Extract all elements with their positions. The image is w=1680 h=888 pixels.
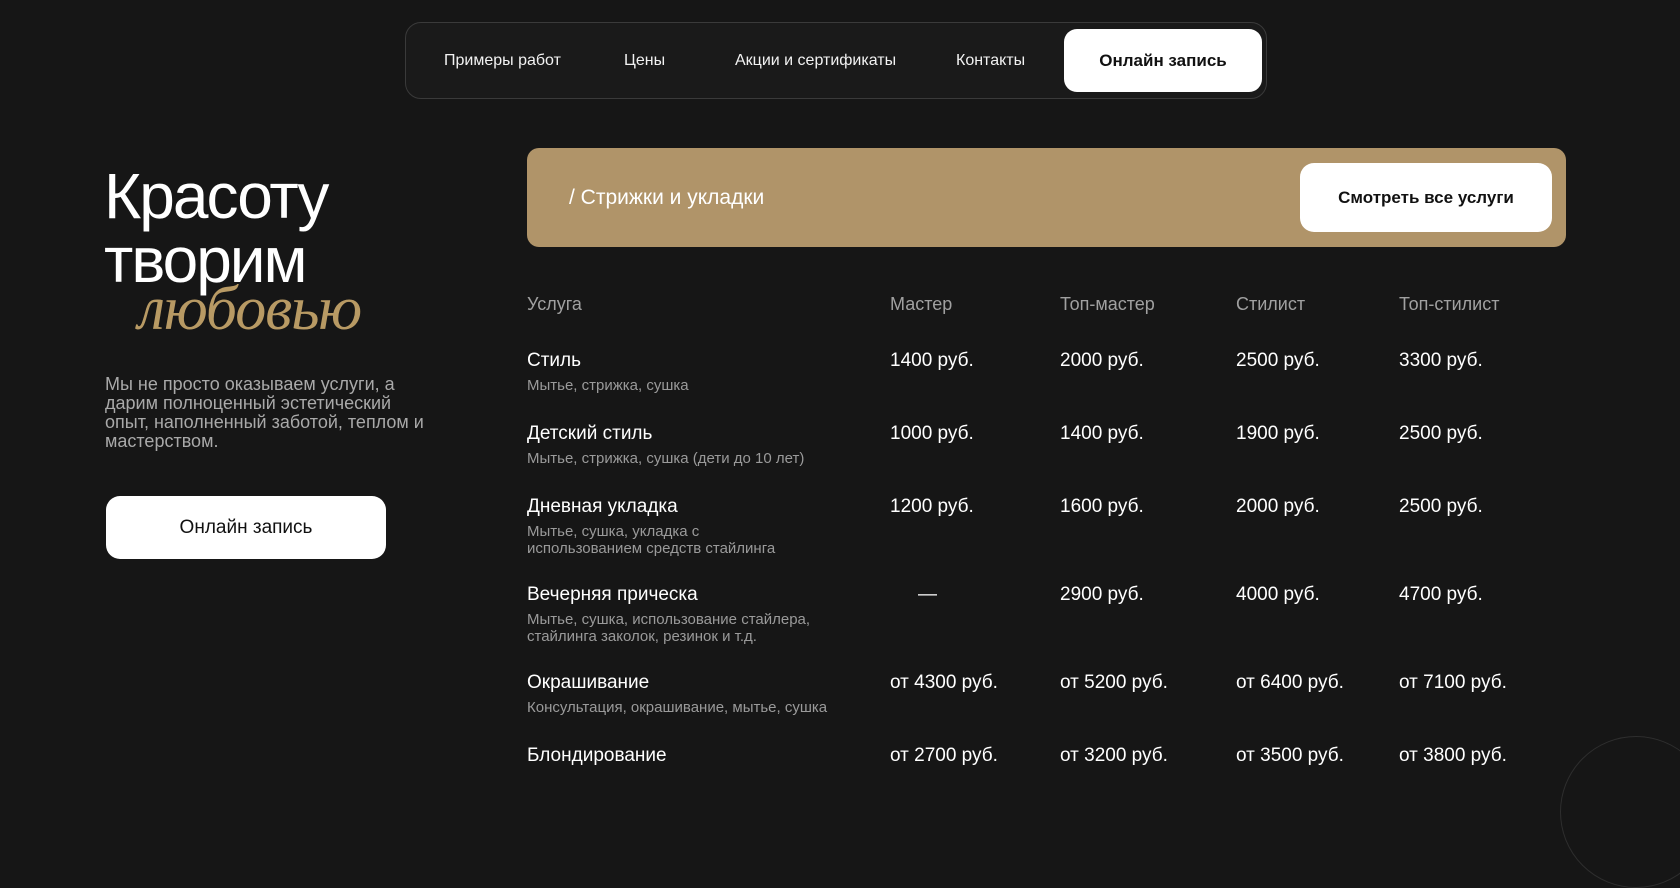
price-stylist: 1900 руб.: [1236, 423, 1320, 444]
price-master: от 4300 руб.: [890, 672, 998, 693]
service-description: Мытье, стрижка, сушка (дети до 10 лет): [527, 450, 805, 467]
decorative-circle: [1560, 736, 1680, 888]
price-top-stylist: от 7100 руб.: [1399, 672, 1507, 693]
hero-description: Мы не просто оказываем услуги, а дарим п…: [105, 374, 424, 451]
service-description: Мытье, сушка, укладка с использованием с…: [527, 523, 776, 557]
service-name: Дневная укладка: [527, 496, 678, 517]
price-top-master: 1600 руб.: [1060, 496, 1144, 517]
price-top-stylist: 2500 руб.: [1399, 423, 1483, 444]
nav-online-booking-button[interactable]: Онлайн запись: [1064, 29, 1262, 92]
hero-title-accent: любовью: [138, 275, 362, 343]
service-description: Мытье, сушка, использование стайлера, ст…: [527, 611, 811, 645]
price-master: от 2700 руб.: [890, 745, 998, 766]
service-name: Окрашивание: [527, 672, 650, 693]
category-banner: / Стрижки и укладки Смотреть все услуги: [527, 148, 1566, 247]
column-header-master: Мастер: [890, 294, 953, 314]
service-description: Консультация, окрашивание, мытье, сушка: [527, 699, 828, 716]
price-master: —: [918, 584, 937, 605]
price-top-master: 1400 руб.: [1060, 423, 1144, 444]
nav-item-contacts[interactable]: Контакты: [956, 23, 1025, 98]
column-header-service: Услуга: [527, 294, 582, 314]
price-top-master: от 3200 руб.: [1060, 745, 1168, 766]
hero-title-line-1: Красоту: [104, 160, 329, 232]
service-name: Вечерняя прическа: [527, 584, 698, 605]
price-top-master: 2900 руб.: [1060, 584, 1144, 605]
price-top-stylist: 2500 руб.: [1399, 496, 1483, 517]
nav-item-promotions[interactable]: Акции и сертификаты: [735, 23, 896, 98]
price-stylist: от 3500 руб.: [1236, 745, 1344, 766]
view-all-services-button[interactable]: Смотреть все услуги: [1300, 163, 1552, 232]
price-stylist: 4000 руб.: [1236, 584, 1320, 605]
price-top-master: 2000 руб.: [1060, 350, 1144, 371]
column-header-top-stylist: Топ-стилист: [1399, 294, 1500, 314]
nav-item-portfolio[interactable]: Примеры работ: [444, 23, 561, 98]
price-master: 1000 руб.: [890, 423, 974, 444]
price-master: 1400 руб.: [890, 350, 974, 371]
hero-online-booking-button[interactable]: Онлайн запись: [106, 496, 386, 559]
service-description: Мытье, стрижка, сушка: [527, 377, 689, 394]
price-top-stylist: от 3800 руб.: [1399, 745, 1507, 766]
price-stylist: от 6400 руб.: [1236, 672, 1344, 693]
service-name: Стиль: [527, 350, 582, 371]
price-stylist: 2500 руб.: [1236, 350, 1320, 371]
price-top-stylist: 3300 руб.: [1399, 350, 1483, 371]
price-master: 1200 руб.: [890, 496, 974, 517]
price-stylist: 2000 руб.: [1236, 496, 1320, 517]
column-header-top-master: Топ-мастер: [1060, 294, 1155, 314]
top-navigation: Примеры работ Цены Акции и сертификаты К…: [405, 22, 1267, 99]
price-top-stylist: 4700 руб.: [1399, 584, 1483, 605]
service-name: Блондирование: [527, 745, 667, 766]
nav-item-prices[interactable]: Цены: [624, 23, 665, 98]
price-top-master: от 5200 руб.: [1060, 672, 1168, 693]
column-header-stylist: Стилист: [1236, 294, 1306, 314]
category-title: / Стрижки и укладки: [569, 186, 765, 209]
service-name: Детский стиль: [527, 423, 653, 444]
